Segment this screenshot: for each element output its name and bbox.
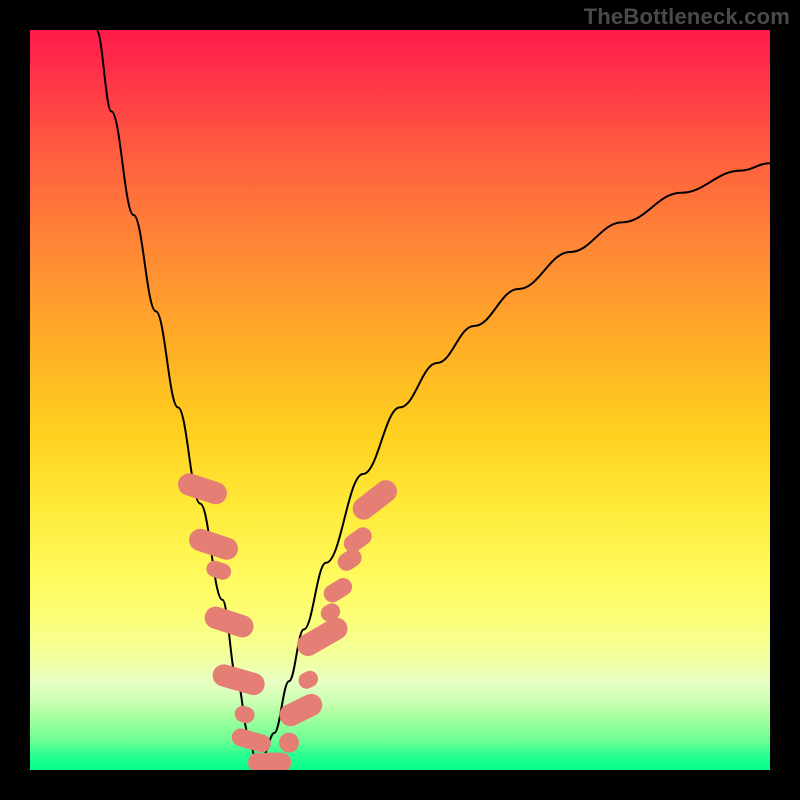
chart-frame: TheBottleneck.com xyxy=(0,0,800,800)
bead-marker xyxy=(186,526,241,563)
bead-marker xyxy=(257,753,291,770)
bead-group xyxy=(175,470,401,770)
watermark-text: TheBottleneck.com xyxy=(584,4,790,30)
bead-marker xyxy=(210,662,267,698)
bead-marker xyxy=(233,704,257,725)
bead-marker xyxy=(296,668,321,691)
bead-marker xyxy=(293,613,352,660)
bead-marker xyxy=(175,470,230,507)
bead-marker xyxy=(276,729,303,756)
bead-marker xyxy=(320,575,355,606)
bottleneck-curve xyxy=(97,30,770,759)
curve-layer xyxy=(30,30,770,770)
bead-marker xyxy=(230,726,273,754)
plot-area xyxy=(30,30,770,770)
bead-marker xyxy=(348,476,401,524)
bead-marker xyxy=(204,559,233,582)
